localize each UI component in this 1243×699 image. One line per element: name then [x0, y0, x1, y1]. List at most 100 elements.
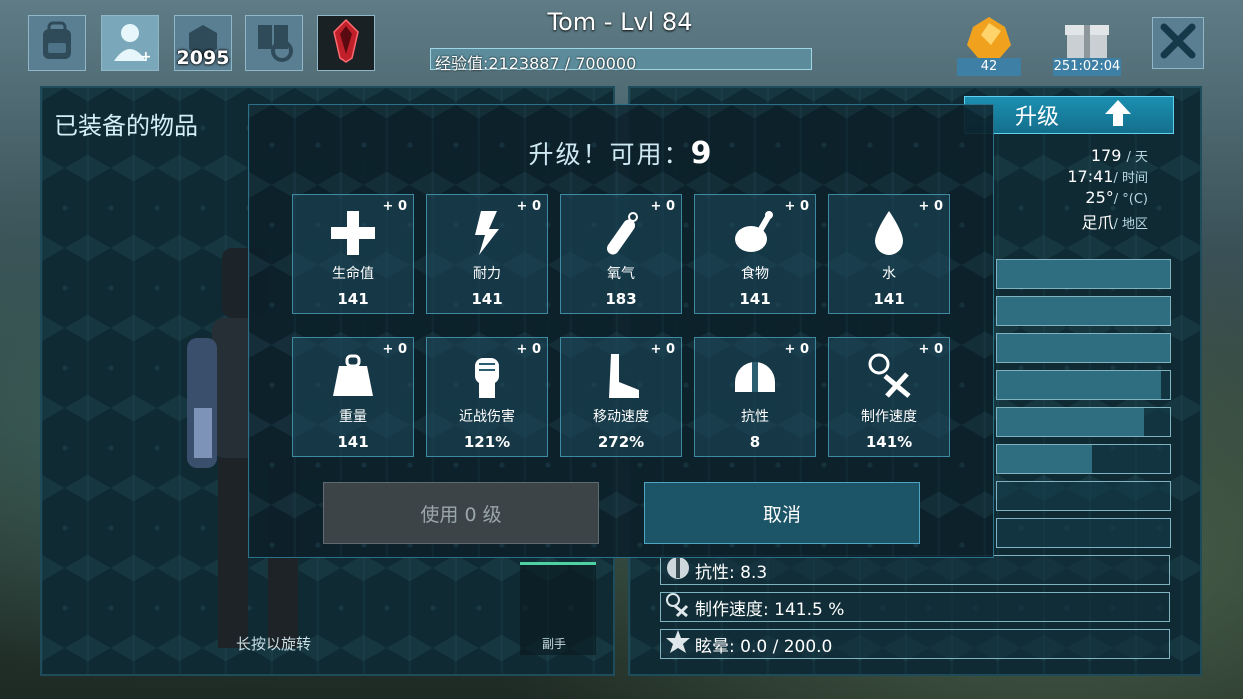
stat-label: 水	[882, 266, 896, 282]
stat-tile-food[interactable]: + 0 食物 141	[694, 194, 816, 314]
stat-tile-movement[interactable]: + 0 移动速度 272%	[560, 337, 682, 457]
stat-bar-fill	[997, 297, 1170, 325]
stat-tile-health[interactable]: + 0 生命值 141	[292, 194, 414, 314]
engrams-tab[interactable]: 2095	[174, 15, 232, 71]
day-value: 179	[1090, 146, 1122, 165]
inventory-tab[interactable]	[28, 15, 86, 71]
torpor-stat-text: 眩晕: 0.0 / 200.0	[695, 636, 833, 657]
region-value: 足爪	[1081, 213, 1114, 232]
engram-points-count: 2095	[176, 47, 230, 69]
xp-bar: 经验值:2123887 / 700000	[430, 48, 812, 73]
crafting-stat-text: 制作速度: 141.5 %	[695, 599, 845, 620]
tribe-tab[interactable]	[317, 15, 375, 71]
crafting-tab[interactable]	[245, 15, 303, 71]
stat-value: 141	[739, 290, 771, 308]
stat-bar	[996, 518, 1171, 548]
stat-bar	[996, 259, 1171, 289]
torpor-stat-row: 眩晕: 0.0 / 200.0	[660, 629, 1170, 659]
oxygen-tank-icon	[561, 209, 681, 257]
stat-label: 近战伤害	[459, 409, 515, 425]
stat-tile-fortitude[interactable]: + 0 抗性 8	[694, 337, 816, 457]
temperature-unit: / °(C)	[1113, 192, 1148, 207]
stat-bar-fill	[997, 408, 1145, 436]
stat-value: 141	[337, 290, 369, 308]
water-drop-icon	[829, 209, 949, 257]
time-value: 17:41	[1067, 167, 1114, 186]
shield-icon	[661, 555, 695, 586]
crafting-speed-icon	[829, 352, 949, 400]
food-meat-icon	[695, 209, 815, 257]
stat-tile-water[interactable]: + 0 水 141	[828, 194, 950, 314]
xp-text: 经验值:2123887 / 700000	[435, 54, 637, 73]
stat-bar	[996, 296, 1171, 326]
stat-value: 141	[337, 433, 369, 451]
stat-label: 抗性	[741, 409, 769, 425]
close-button[interactable]	[1152, 17, 1204, 69]
crafting-settings-icon	[252, 19, 296, 67]
close-icon	[1159, 22, 1197, 64]
crafting-stat-row: 制作速度: 141.5 %	[660, 592, 1170, 622]
stat-bar-fill	[997, 445, 1093, 473]
amber-count: 42	[957, 58, 1021, 76]
stat-bar	[996, 333, 1171, 363]
stun-icon	[661, 629, 695, 660]
stat-bar	[996, 481, 1171, 511]
day-unit: / 天	[1126, 150, 1148, 165]
levelup-dialog-title: 升级！可用：9	[249, 135, 993, 171]
time-unit: / 时间	[1113, 171, 1148, 186]
use-levels-button[interactable]: 使用 0 级	[323, 482, 599, 544]
player-title: Tom - Lvl 84	[547, 8, 693, 36]
character-tab[interactable]: +	[101, 15, 159, 71]
melee-fist-icon	[427, 352, 547, 400]
rotate-hint: 长按以旋转	[236, 635, 312, 653]
stat-value: 141	[471, 290, 503, 308]
weight-icon	[293, 352, 413, 400]
character-profile-icon: +	[110, 19, 152, 67]
movement-foot-icon	[561, 352, 681, 400]
health-cross-icon	[293, 209, 413, 257]
fortitude-stat-text: 抗性: 8.3	[695, 562, 768, 583]
stat-bar	[996, 444, 1171, 474]
stat-tile-melee[interactable]: + 0 近战伤害 121%	[426, 337, 548, 457]
levelup-button[interactable]: 升级	[964, 96, 1174, 134]
fortitude-helmet-icon	[695, 352, 815, 400]
levelup-title-prefix: 升级！可用：	[528, 140, 691, 169]
gift-timer-box[interactable]: 251:02:04	[1053, 15, 1121, 76]
crafting-icon	[661, 592, 695, 623]
day-info: 179 / 天	[1091, 146, 1148, 165]
stat-value: 272%	[597, 433, 645, 451]
stat-tile-stamina[interactable]: + 0 耐力 141	[426, 194, 548, 314]
amber-currency[interactable]: 42	[957, 15, 1021, 76]
stat-label: 生命值	[332, 266, 374, 282]
svg-text:+: +	[140, 49, 150, 63]
stat-bar-fill	[997, 371, 1162, 399]
stat-label: 氧气	[607, 266, 635, 282]
temperature-info: 25°/ °(C)	[1085, 188, 1148, 207]
equipped-items-heading: 已装备的物品	[54, 112, 198, 140]
cancel-button[interactable]: 取消	[644, 482, 920, 544]
available-points: 9	[690, 136, 714, 171]
stat-label: 移动速度	[593, 409, 649, 425]
levelup-arrow-icon	[1103, 98, 1133, 132]
time-info: 17:41/ 时间	[1067, 167, 1148, 186]
region-unit: / 地区	[1113, 217, 1148, 232]
region-info: 足爪/ 地区	[1081, 209, 1148, 233]
stat-value: 8	[749, 433, 761, 451]
stat-bar	[996, 370, 1171, 400]
stat-value: 141%	[865, 433, 913, 451]
stamina-bolt-icon	[427, 209, 547, 257]
stat-tile-oxygen[interactable]: + 0 氧气 183	[560, 194, 682, 314]
stat-label: 制作速度	[861, 409, 917, 425]
tribe-crystal-icon	[326, 18, 366, 68]
stat-tile-crafting[interactable]: + 0 制作速度 141%	[828, 337, 950, 457]
stat-tile-weight[interactable]: + 0 重量 141	[292, 337, 414, 457]
stat-label: 重量	[339, 409, 367, 425]
stat-bar	[996, 407, 1171, 437]
stat-label: 耐力	[473, 266, 501, 282]
stat-value: 183	[605, 290, 637, 308]
gift-timer: 251:02:04	[1053, 58, 1121, 76]
offhand-label: 副手	[542, 637, 567, 651]
stat-value: 121%	[463, 433, 511, 451]
stat-bar-fill	[997, 260, 1170, 288]
fortitude-stat-row: 抗性: 8.3	[660, 555, 1170, 585]
